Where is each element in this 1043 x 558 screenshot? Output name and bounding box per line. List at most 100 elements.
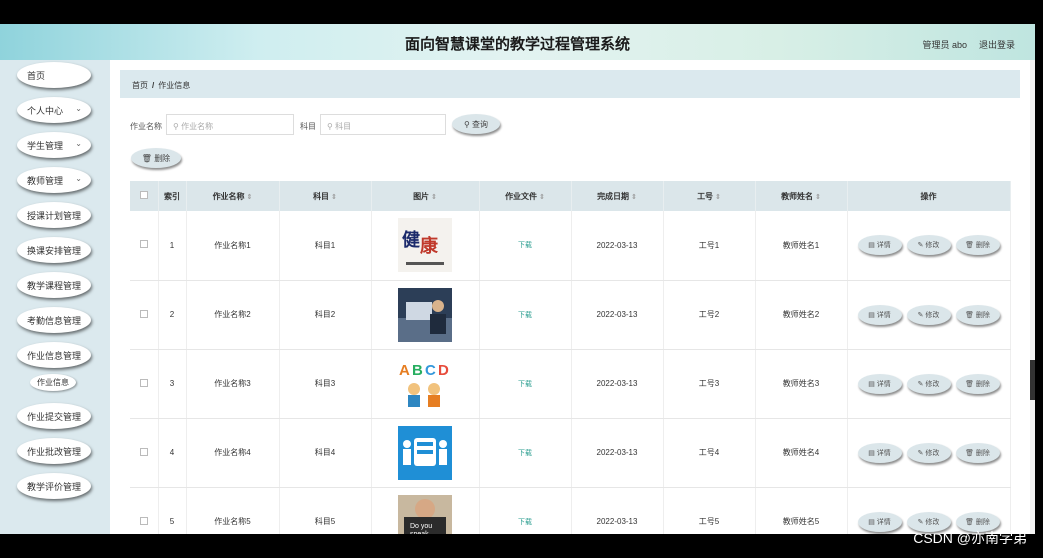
sidebar-item-evaluation[interactable]: 教学评价管理 (17, 473, 91, 499)
column-header[interactable]: 教师姓名 ⇕ (755, 181, 848, 211)
subject-cell: 科目3 (279, 349, 372, 419)
row-select-cell (130, 349, 159, 419)
column-header[interactable]: 科目 ⇕ (279, 181, 372, 211)
name-search-input[interactable]: ⚲ 作业名称 (166, 114, 294, 135)
row-select-cell (130, 211, 159, 281)
sidebar-item-class-swap[interactable]: 换课安排管理 (17, 237, 91, 263)
row-checkbox[interactable] (139, 447, 148, 456)
sidebar-item-homework-grading[interactable]: 作业批改管理 (17, 438, 91, 464)
row-checkbox[interactable] (139, 240, 148, 249)
sidebar-item-attendance[interactable]: 考勤信息管理 (17, 307, 91, 333)
column-header-label: 工号 (697, 191, 714, 201)
id-cell: 工号4 (663, 418, 756, 488)
image-cell: Do you speak (371, 487, 480, 534)
breadcrumb-home[interactable]: 首页 (132, 81, 148, 90)
download-link[interactable]: 下载 (518, 381, 532, 388)
sidebar-item-courses[interactable]: 教学课程管理 (17, 272, 91, 298)
edit-label: 修改 (925, 449, 940, 457)
edit-label: 修改 (925, 311, 940, 319)
vertical-scrollbar[interactable] (1030, 60, 1035, 534)
breadcrumb-current: 作业信息 (158, 81, 191, 90)
select-all-checkbox[interactable] (139, 191, 148, 199)
sort-icon[interactable]: ⇕ (715, 194, 721, 201)
column-header[interactable]: 作业文件 ⇕ (479, 181, 572, 211)
homework-thumbnail[interactable] (398, 425, 452, 480)
teacher-cell: 教师姓名5 (755, 487, 848, 534)
row-checkbox[interactable] (139, 378, 148, 387)
edit-button[interactable]: ✎ 修改 (906, 373, 951, 394)
download-link[interactable]: 下载 (518, 312, 532, 319)
edit-button[interactable]: ✎ 修改 (906, 235, 951, 256)
breadcrumb: 首页 / 作业信息 (120, 70, 1020, 98)
sort-icon[interactable]: ⇕ (431, 194, 437, 201)
bulk-delete-button[interactable]: 🗑 删除 (131, 148, 181, 168)
index-cell: 5 (158, 487, 187, 534)
pencil-icon: ✎ (917, 449, 924, 457)
sidebar-item-label: 考勤信息管理 (27, 315, 82, 326)
column-header[interactable]: 图片 ⇕ (371, 181, 480, 211)
admin-label: 管理员 abo (922, 40, 967, 50)
column-header-label: 操作 (920, 191, 937, 201)
row-checkbox[interactable] (139, 309, 148, 318)
sidebar-item-homework-info[interactable]: 作业信息管理 (17, 342, 91, 368)
query-label: 查询 (472, 119, 489, 129)
sidebar-item-label: 教师管理 (27, 175, 64, 186)
sort-icon[interactable]: ⇕ (247, 194, 253, 201)
image-cell: 健康 (371, 211, 480, 281)
column-header[interactable]: 完成日期 ⇕ (571, 181, 664, 211)
sidebar-subitem-homework[interactable]: 作业信息 (30, 374, 76, 391)
sidebar-item-students[interactable]: 学生管理 ⌄ (17, 132, 91, 158)
homework-thumbnail[interactable] (398, 287, 452, 342)
actions-cell: ▤ 详情 ✎ 修改 🗑 删除 (847, 280, 1011, 350)
column-header: 操作 (847, 181, 1011, 211)
teacher-cell: 教师姓名4 (755, 418, 848, 488)
detail-button[interactable]: ▤ 详情 (857, 373, 902, 394)
sort-icon[interactable]: ⇕ (331, 194, 337, 201)
homework-thumbnail[interactable]: ABCD (398, 356, 452, 411)
svg-text:B: B (412, 362, 423, 379)
detail-button[interactable]: ▤ 详情 (857, 235, 902, 256)
query-button[interactable]: ⚲ 查询 (452, 114, 500, 134)
svg-text:speak: speak (410, 531, 429, 535)
delete-button[interactable]: 🗑 删除 (955, 373, 1000, 394)
pencil-icon: ✎ (917, 518, 924, 526)
sort-icon[interactable]: ⇕ (815, 194, 821, 201)
subject-search-input[interactable]: ⚲ 科目 (320, 114, 446, 135)
sort-icon[interactable]: ⇕ (631, 194, 637, 201)
sort-icon[interactable]: ⇕ (539, 194, 545, 201)
delete-button[interactable]: 🗑 删除 (955, 442, 1000, 463)
scrollbar-thumb[interactable] (1030, 360, 1035, 400)
document-icon: ▤ (868, 449, 875, 457)
homework-thumbnail[interactable]: 健康 (398, 218, 452, 273)
index-cell: 1 (158, 211, 187, 281)
detail-button[interactable]: ▤ 详情 (857, 304, 902, 325)
sidebar-item-teachers[interactable]: 教师管理 ⌄ (17, 167, 91, 193)
edit-button[interactable]: ✎ 修改 (906, 304, 951, 325)
sidebar-item-home[interactable]: 首页 (17, 62, 91, 88)
column-header[interactable]: 工号 ⇕ (663, 181, 756, 211)
sidebar-item-profile[interactable]: 个人中心 ⌄ (17, 97, 91, 123)
file-cell: 下载 (479, 349, 572, 419)
edit-label: 修改 (925, 242, 940, 250)
sidebar-item-homework-submit[interactable]: 作业提交管理 (17, 403, 91, 429)
homework-thumbnail[interactable]: Do you speak (398, 494, 452, 534)
delete-button[interactable]: 🗑 删除 (955, 235, 1000, 256)
download-link[interactable]: 下载 (518, 519, 532, 526)
delete-button[interactable]: 🗑 删除 (955, 304, 1000, 325)
column-header[interactable]: 作业名称 ⇕ (186, 181, 280, 211)
download-link[interactable]: 下载 (518, 242, 532, 249)
detail-button[interactable]: ▤ 详情 (857, 511, 902, 532)
row-checkbox[interactable] (139, 516, 148, 525)
detail-label: 详情 (876, 380, 891, 388)
pencil-icon: ✎ (917, 242, 924, 250)
edit-button[interactable]: ✎ 修改 (906, 442, 951, 463)
download-link[interactable]: 下载 (518, 450, 532, 457)
detail-button[interactable]: ▤ 详情 (857, 442, 902, 463)
detail-label: 详情 (876, 242, 891, 250)
logout-link[interactable]: 退出登录 (979, 38, 1015, 51)
column-header-label: 教师姓名 (781, 191, 814, 201)
date-cell: 2022-03-13 (571, 280, 664, 350)
sidebar-item-teaching-plan[interactable]: 授课计划管理 (17, 202, 91, 228)
date-cell: 2022-03-13 (571, 211, 664, 281)
svg-text:A: A (399, 362, 410, 379)
